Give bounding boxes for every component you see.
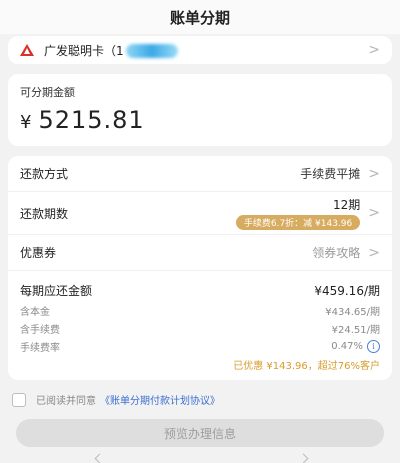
chevron-right-icon: > — [368, 244, 380, 261]
preview-button-label: 预览办理信息 — [163, 426, 236, 441]
repay-method-value: 手续费平摊 > — [300, 165, 380, 182]
fee-value: ¥24.51/期 — [331, 324, 380, 336]
fee-row: 含手续费 ¥24.51/期 — [20, 319, 380, 337]
term-value: 12期 — [332, 198, 361, 212]
monthly-label: 每期应还金额 — [20, 283, 93, 298]
rate-row: 手续费率 0.47% i — [20, 337, 380, 355]
principal-label: 含本金 — [20, 306, 50, 318]
bank-card-name: 广发聪明卡（1 — [44, 42, 178, 59]
bank-logo-icon — [20, 44, 34, 56]
back-nav-icon — [94, 453, 105, 463]
page-title: 账单分期 — [0, 0, 400, 34]
chevron-right-icon: > — [368, 42, 380, 58]
term-stack: 12期 手续费6.7折：减 ¥143.96 — [235, 196, 361, 230]
coupon-value-text: 领券攻略 — [312, 246, 361, 260]
monthly-row: 每期应还金额 ¥459.16/期 — [20, 279, 380, 301]
masked-card-number — [125, 44, 178, 58]
bottom-nav-hint — [0, 453, 400, 463]
info-icon[interactable]: i — [367, 339, 380, 353]
preview-button[interactable]: 预览办理信息 — [16, 419, 384, 447]
term-value-group: 12期 手续费6.7折：减 ¥143.96 > — [235, 196, 380, 230]
principal-value: ¥434.65/期 — [325, 306, 380, 318]
rate-value: 0.47% — [331, 340, 363, 352]
term-row[interactable]: 还款期数 12期 手续费6.7折：减 ¥143.96 > — [8, 192, 392, 235]
coupon-label: 优惠券 — [20, 246, 57, 260]
agreement-checkbox[interactable] — [12, 392, 26, 407]
forward-nav-icon — [298, 453, 309, 463]
monthly-value: ¥459.16/期 — [314, 283, 380, 298]
bank-card-selector[interactable]: 广发聪明卡（1 > — [8, 36, 392, 64]
rate-label: 手续费率 — [20, 342, 60, 354]
repayment-summary: 每期应还金额 ¥459.16/期 含本金 ¥434.65/期 含手续费 ¥24.… — [8, 271, 392, 380]
chevron-right-icon: > — [368, 165, 380, 182]
bank-card-name-text: 广发聪明卡（1 — [44, 43, 124, 58]
installment-options: 还款方式 手续费平摊 > 还款期数 12期 手续费6.7折：减 ¥143.96 … — [8, 156, 392, 380]
amount-section: 可分期金额 ¥5215.81 — [8, 74, 392, 146]
repay-method-value-text: 手续费平摊 — [300, 167, 361, 181]
agreement-link[interactable]: 《账单分期付款计划协议》 — [100, 392, 220, 407]
amount-number: 5215.81 — [38, 106, 145, 134]
coupon-row[interactable]: 优惠券 领券攻略 > — [8, 235, 392, 271]
amount-value: ¥5215.81 — [20, 106, 380, 134]
coupon-value: 领券攻略 > — [312, 244, 380, 261]
chevron-right-icon: > — [368, 205, 380, 221]
page-title-text: 账单分期 — [169, 8, 230, 27]
term-discount-badge: 手续费6.7折：减 ¥143.96 — [235, 215, 361, 230]
agreement-row: 已阅读并同意 《账单分期付款计划协议》 — [8, 392, 392, 407]
discount-note: 已优惠 ¥143.96，超过76%客户 — [233, 361, 380, 372]
principal-row: 含本金 ¥434.65/期 — [20, 301, 380, 319]
rate-value-group: 0.47% i — [331, 339, 380, 353]
currency-symbol: ¥ — [20, 112, 33, 133]
repay-method-label: 还款方式 — [20, 167, 69, 181]
fee-label: 含手续费 — [20, 324, 60, 336]
agreement-prefix: 已阅读并同意 — [36, 396, 96, 407]
amount-label: 可分期金额 — [20, 86, 75, 99]
repay-method-row[interactable]: 还款方式 手续费平摊 > — [8, 156, 392, 192]
term-label: 还款期数 — [20, 206, 69, 221]
